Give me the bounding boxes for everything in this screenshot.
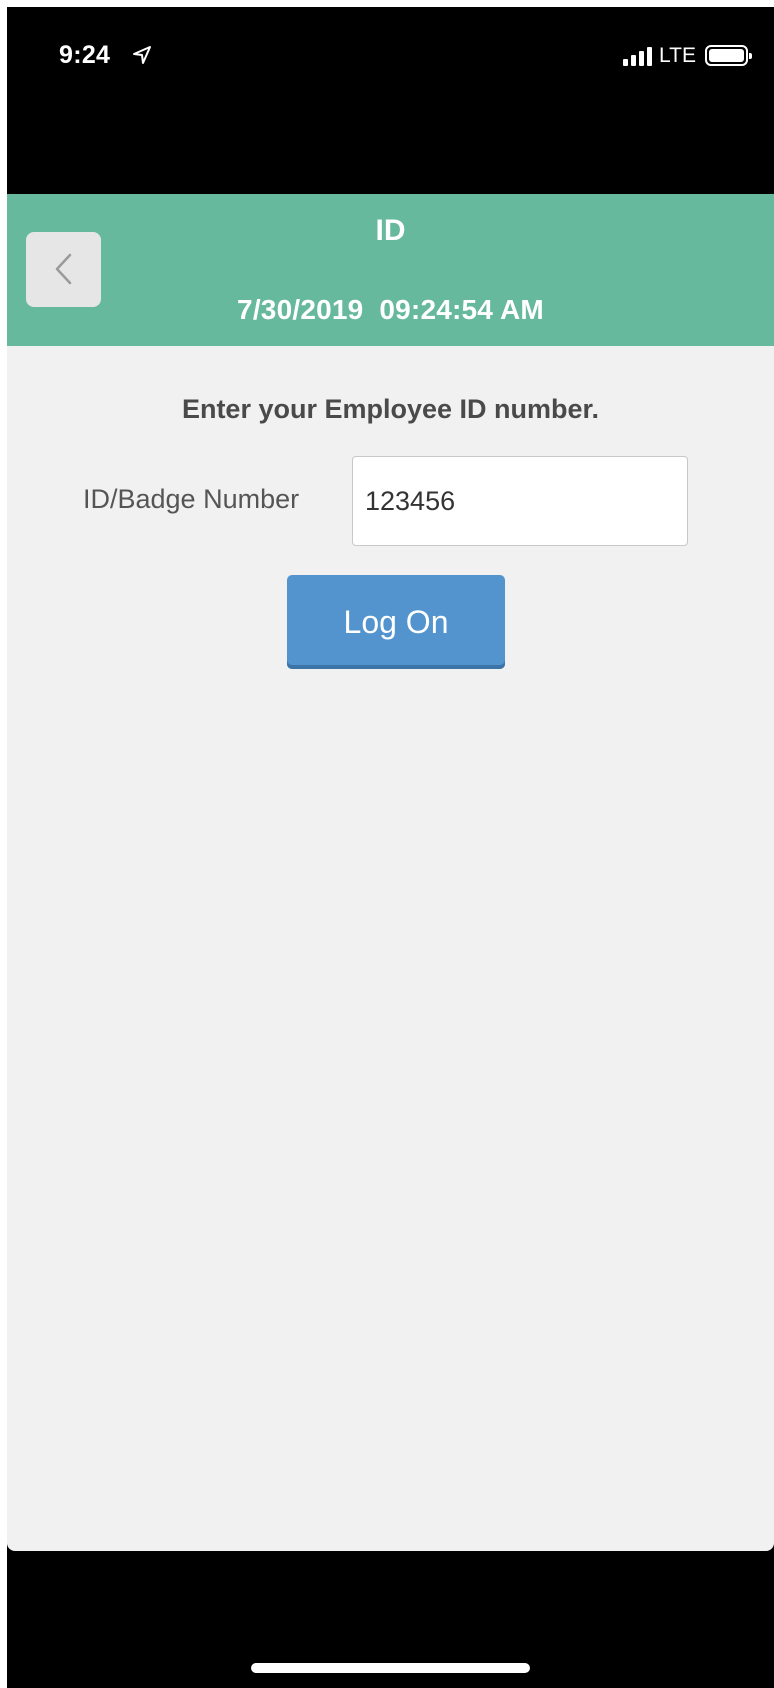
instruction-text: Enter your Employee ID number. [181, 394, 600, 424]
device-screen: 9:24 LTE ID 7/30/2019 09:24:54 AM Enter … [7, 7, 774, 1688]
chevron-left-icon [55, 253, 72, 285]
id-badge-label: ID/Badge Number [83, 484, 300, 514]
header-datetime: 7/30/2019 09:24:54 AM [237, 294, 544, 325]
status-time: 9:24 [59, 41, 111, 69]
cellular-signal-icon [623, 46, 653, 66]
id-badge-input[interactable] [352, 456, 688, 546]
battery-icon [705, 45, 752, 66]
network-type: LTE [659, 44, 696, 67]
header-bar: ID 7/30/2019 09:24:54 AM [7, 194, 774, 346]
log-on-button[interactable]: Log On [287, 575, 505, 669]
location-arrow-icon [133, 46, 151, 64]
home-indicator[interactable] [251, 1663, 530, 1673]
page-title: ID [375, 214, 406, 247]
app-content: ID 7/30/2019 09:24:54 AM Enter your Empl… [7, 194, 774, 1551]
